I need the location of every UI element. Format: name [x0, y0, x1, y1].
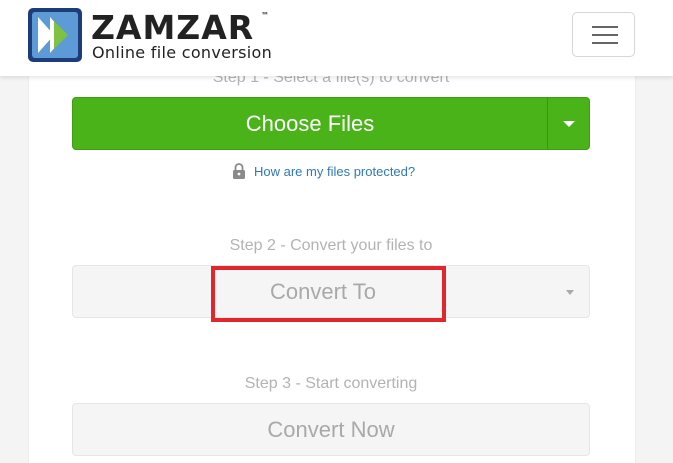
hamburger-icon — [592, 42, 618, 44]
file-protection-link-text: How are my files protected? — [254, 163, 416, 179]
convert-to-select[interactable]: Convert To — [72, 265, 590, 318]
hamburger-icon — [592, 26, 618, 28]
caret-down-icon — [566, 290, 574, 295]
brand-tagline: Online file conversion — [92, 43, 273, 62]
step3-label: Step 3 - Start converting — [244, 375, 418, 392]
brand-name: ZAMZAR — [91, 8, 255, 47]
file-protection-link[interactable]: How are my files protected? — [232, 162, 415, 180]
zamzar-logo-icon — [28, 8, 82, 62]
choose-files-dropdown-button[interactable] — [547, 97, 590, 150]
step2-label: Step 2 - Convert your files to — [229, 237, 433, 254]
site-header: ZAMZAR ™ Online file conversion — [0, 0, 673, 76]
choose-files-button[interactable]: Choose Files — [72, 97, 548, 150]
convert-now-button[interactable]: Convert Now — [72, 403, 590, 456]
convert-to-placeholder: Convert To — [270, 278, 376, 304]
trademark-symbol: ™ — [261, 11, 269, 20]
page: ZAMZAR ™ Online file conversion Step 1 -… — [0, 0, 673, 463]
lock-icon — [233, 163, 245, 179]
menu-toggle-button[interactable] — [572, 12, 635, 57]
hamburger-icon — [592, 34, 618, 36]
